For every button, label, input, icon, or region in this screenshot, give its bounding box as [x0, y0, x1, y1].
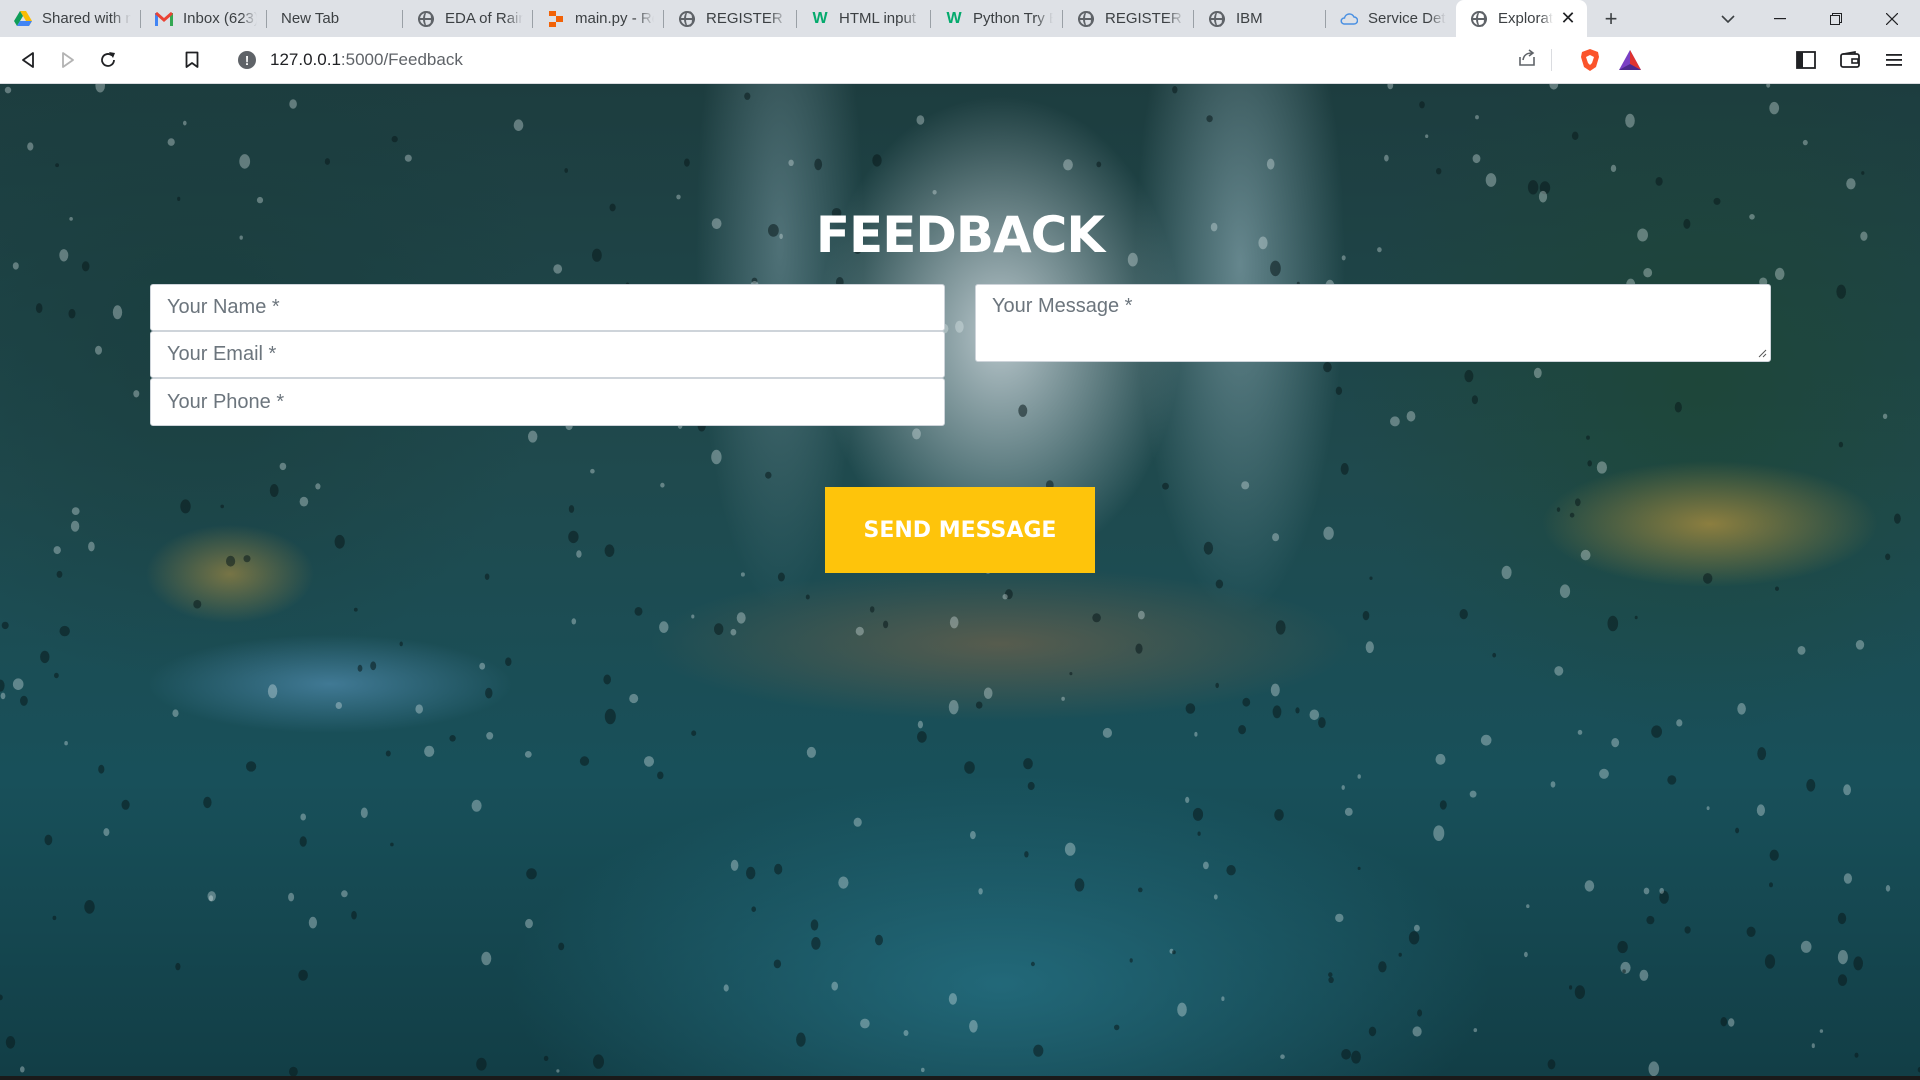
brave-shields-icon[interactable]	[1570, 40, 1610, 80]
phone-field[interactable]: Your Phone *	[150, 378, 945, 426]
globe-icon	[1470, 10, 1488, 28]
close-tab-icon[interactable]: ✕	[1559, 8, 1577, 28]
globe-icon	[1208, 10, 1226, 28]
tab-python-try[interactable]: W Python Try E	[931, 0, 1063, 37]
cloud-icon	[1340, 10, 1358, 28]
brave-rewards-icon[interactable]	[1610, 40, 1650, 80]
tab-search-chevron-down-icon[interactable]	[1704, 0, 1752, 37]
feedback-page: FEEDBACK Your Name * Your Email * Your P…	[0, 84, 1920, 1076]
globe-icon	[678, 10, 696, 28]
tab-strip: Shared with me Inbox (623) - New Tab EDA…	[0, 0, 1920, 37]
page-title: FEEDBACK	[815, 206, 1105, 264]
tab-service-details[interactable]: Service Deta	[1326, 0, 1456, 37]
back-arrow-icon	[22, 52, 34, 68]
tab-main-py[interactable]: main.py - Re	[533, 0, 664, 37]
new-tab-button[interactable]: +	[1587, 0, 1635, 37]
replit-icon	[547, 10, 565, 28]
menu-icon[interactable]	[1874, 40, 1914, 80]
tab-label: HTML input	[839, 10, 916, 27]
close-window-button[interactable]	[1864, 0, 1920, 37]
taskbar-edge	[0, 1076, 1920, 1080]
reload-icon	[101, 52, 115, 67]
back-button[interactable]	[8, 40, 48, 80]
message-placeholder: Your Message *	[992, 295, 1133, 317]
tab-label: Inbox (623) -	[183, 10, 257, 27]
tab-inbox[interactable]: Inbox (623) -	[141, 0, 267, 37]
tab-register-2[interactable]: REGISTER HE	[1063, 0, 1194, 37]
sidebar-toggle-icon[interactable]	[1786, 40, 1826, 80]
share-icon[interactable]	[1517, 48, 1537, 72]
url-path: :5000/Feedback	[340, 50, 463, 69]
email-placeholder: Your Email *	[167, 343, 277, 365]
tab-label: IBM	[1236, 10, 1263, 27]
tab-label: Explorato	[1498, 10, 1553, 27]
browser-toolbar: ! 127.0.0.1:5000/Feedback	[0, 37, 1920, 84]
google-drive-icon	[14, 10, 32, 28]
bookmark-button[interactable]	[172, 40, 212, 80]
globe-icon	[417, 10, 435, 28]
tab-label: REGISTER HE	[706, 10, 787, 27]
url-text[interactable]: 127.0.0.1:5000/Feedback	[270, 50, 1507, 70]
gmail-icon	[155, 10, 173, 28]
resize-handle-icon[interactable]	[1757, 348, 1767, 358]
w3schools-icon: W	[946, 9, 962, 27]
tab-label: Service Deta	[1368, 10, 1446, 27]
tab-label: EDA of Rainfall	[445, 10, 523, 27]
tab-label: main.py - Re	[575, 10, 654, 27]
tab-shared-with-me[interactable]: Shared with me	[0, 0, 141, 37]
site-info-icon[interactable]: !	[238, 51, 256, 69]
plus-icon: +	[1604, 5, 1618, 31]
restore-button[interactable]	[1808, 0, 1864, 37]
tab-register-1[interactable]: REGISTER HE	[664, 0, 797, 37]
bookmark-icon	[185, 51, 199, 68]
minimize-button[interactable]	[1752, 0, 1808, 37]
globe-icon	[1077, 10, 1095, 28]
forward-button[interactable]	[48, 40, 88, 80]
forward-arrow-icon	[62, 52, 74, 68]
tab-label: REGISTER HE	[1105, 10, 1184, 27]
send-message-button[interactable]: SEND MESSAGE	[825, 487, 1095, 573]
tab-label: New Tab	[281, 10, 340, 27]
address-bar[interactable]: ! 127.0.0.1:5000/Feedback	[226, 42, 1564, 78]
email-field[interactable]: Your Email *	[150, 331, 945, 378]
tab-exploratory-active[interactable]: Explorato ✕	[1456, 0, 1587, 37]
tab-eda-of-rainfall[interactable]: EDA of Rainfall	[403, 0, 533, 37]
wallet-icon[interactable]	[1830, 40, 1870, 80]
url-host: 127.0.0.1	[270, 50, 341, 69]
name-field[interactable]: Your Name *	[150, 284, 945, 331]
tab-label: Shared with me	[42, 10, 131, 27]
reload-button[interactable]	[88, 40, 128, 80]
tab-html-input[interactable]: W HTML input	[797, 0, 931, 37]
name-placeholder: Your Name *	[167, 296, 280, 318]
tab-ibm[interactable]: IBM	[1194, 0, 1326, 37]
w3schools-icon: W	[812, 9, 828, 27]
tab-label: Python Try E	[973, 10, 1053, 27]
message-field[interactable]: Your Message *	[975, 284, 1771, 362]
phone-placeholder: Your Phone *	[167, 390, 285, 413]
tab-new-tab[interactable]: New Tab	[267, 0, 403, 37]
